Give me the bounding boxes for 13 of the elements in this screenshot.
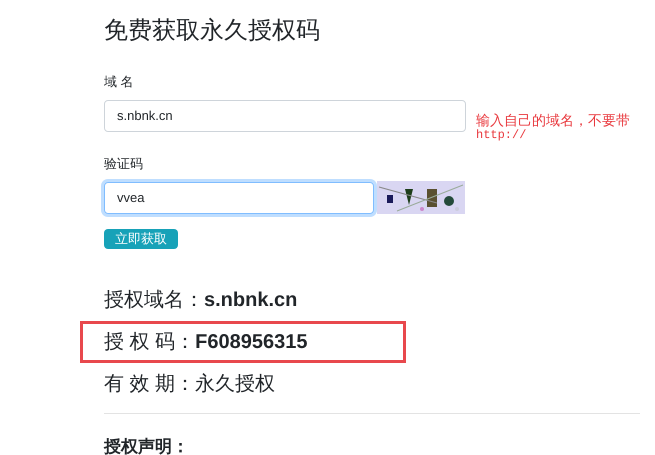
- page-title: 免费获取永久授权码: [104, 16, 320, 46]
- section-heading: 授权声明：: [104, 436, 189, 455]
- result-label: 授权域名：: [104, 288, 204, 312]
- result-value: F608956315: [195, 330, 308, 354]
- field-label: 域 名: [104, 73, 134, 91]
- result-value: 永久授权: [195, 372, 276, 396]
- domain-hint-code: http://: [476, 128, 526, 142]
- domain-hint: 输入自己的域名，不要带: [476, 112, 630, 128]
- domain-field[interactable]: s.nbnk.cn: [104, 100, 466, 132]
- field-label: 验证码: [104, 154, 143, 172]
- result-value: s.nbnk.cn: [204, 288, 298, 312]
- result-label: 授 权 码：: [104, 330, 196, 354]
- result-label: 有 效 期：: [104, 372, 196, 396]
